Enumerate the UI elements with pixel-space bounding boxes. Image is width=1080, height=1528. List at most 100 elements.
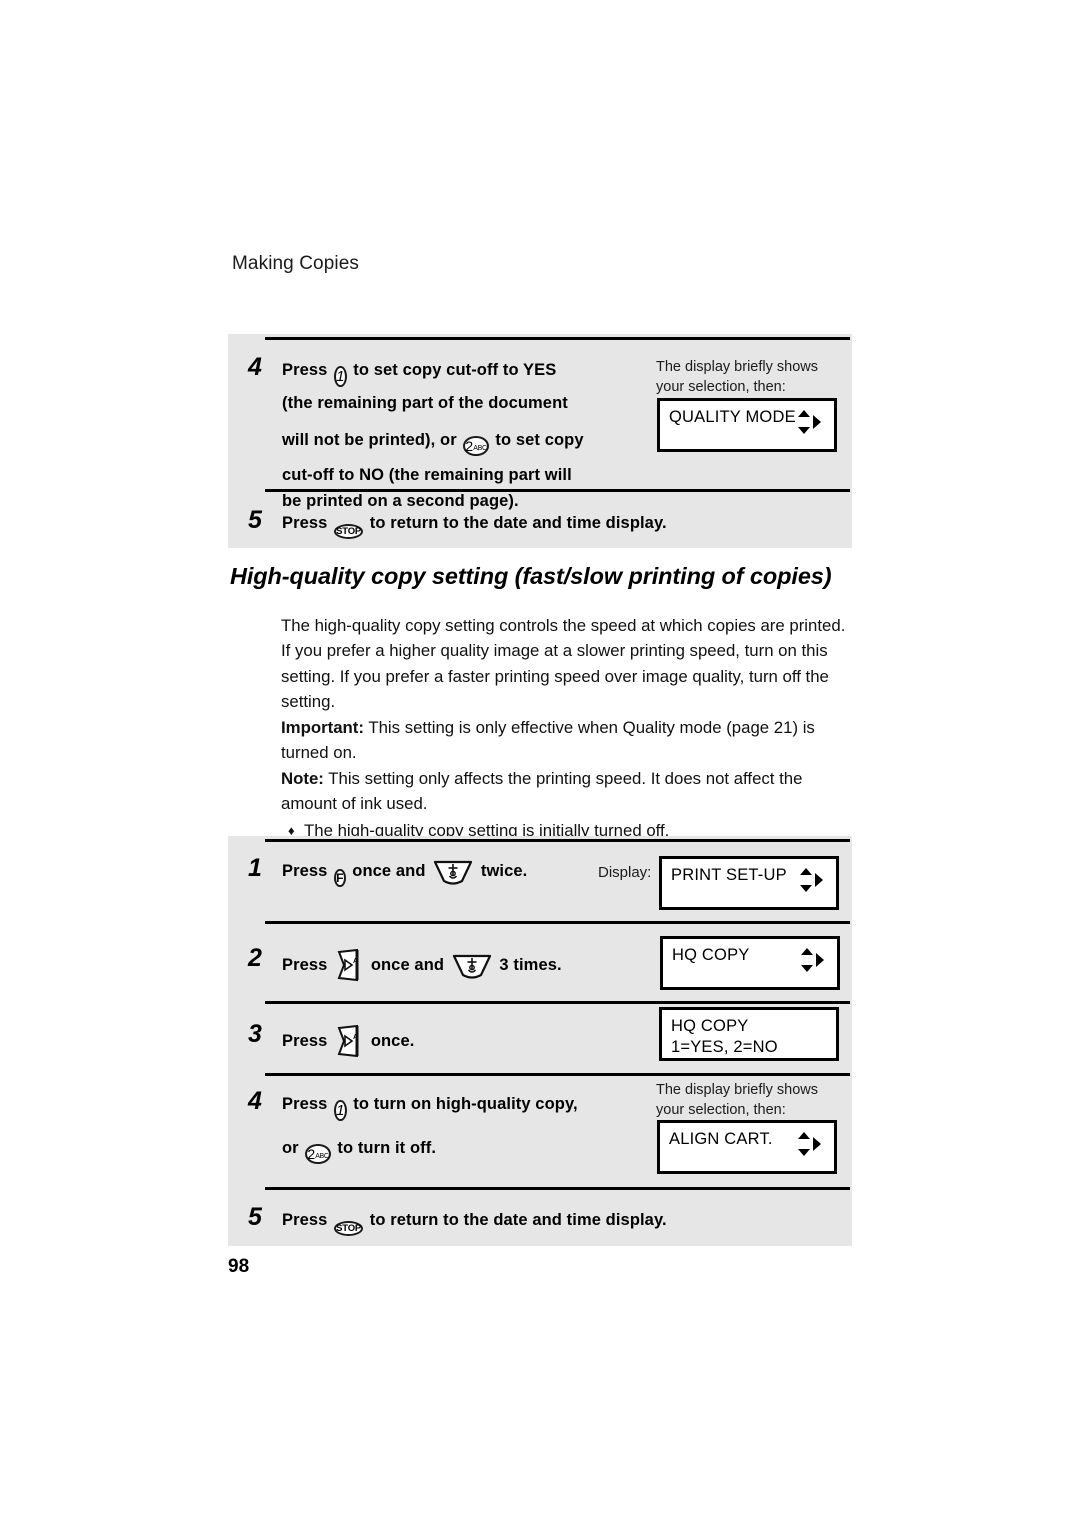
important-lead: Important: bbox=[281, 718, 364, 737]
step-text-fragment: to set copy cut-off to YES bbox=[348, 361, 557, 379]
step-text-fragment: to turn it off. bbox=[332, 1139, 437, 1157]
rule-above-step-2 bbox=[265, 921, 850, 924]
step-line: or 2ABC to turn it off. bbox=[282, 1135, 578, 1170]
step-text: Press A once. bbox=[282, 1024, 414, 1058]
step-text-fragment: 3 times. bbox=[494, 956, 562, 974]
down-funnel-key-icon[interactable] bbox=[452, 953, 492, 979]
step-text-fragment: to return to the date and time display. bbox=[365, 1211, 667, 1229]
lcd-text: PRINT SET-UP bbox=[671, 866, 787, 884]
step-text-fragment: to set copy bbox=[490, 431, 584, 449]
step-text-fragment: will not be printed), or bbox=[282, 431, 462, 449]
down-funnel-key-icon[interactable] bbox=[433, 859, 473, 885]
lcd-text: HQ COPY 1=YES, 2=NO bbox=[671, 1017, 778, 1056]
step-text: Press STOP to return to the date and tim… bbox=[282, 1207, 667, 1242]
step-line: (the remaining part of the document bbox=[282, 394, 568, 412]
step-text-fragment: or bbox=[282, 1139, 304, 1157]
step-line: cut-off to NO (the remaining part will bbox=[282, 466, 572, 484]
rule-above-step-5-bottom bbox=[265, 1187, 850, 1190]
side-note-top-4: The display briefly shows your selection… bbox=[656, 359, 818, 395]
up-down-right-arrows-icon bbox=[800, 868, 823, 892]
key-2abc-icon[interactable]: 2ABC bbox=[305, 1141, 331, 1170]
step-text-fragment: Press bbox=[282, 1211, 333, 1229]
step-text: Press 1 to turn on high-quality copy, or… bbox=[282, 1091, 578, 1170]
key-stop-label: STOP bbox=[334, 524, 364, 539]
key-stop-icon[interactable]: STOP bbox=[334, 516, 364, 545]
step-number: 4 bbox=[248, 353, 262, 381]
running-head: Making Copies bbox=[232, 253, 359, 274]
step-text: Press F once and twice. bbox=[282, 858, 527, 891]
step-number: 2 bbox=[248, 944, 262, 972]
up-down-right-arrows-icon bbox=[801, 948, 824, 972]
step-line: Press 1 to turn on high-quality copy, bbox=[282, 1091, 578, 1124]
up-down-right-arrows-icon bbox=[798, 410, 821, 434]
step-text-fragment: to turn on high-quality copy, bbox=[348, 1095, 578, 1113]
key-2abc-label: 2ABC bbox=[463, 436, 489, 456]
paragraph-note: Note: This setting only affects the prin… bbox=[281, 766, 853, 817]
step-text: Press A once and 3 times. bbox=[282, 948, 562, 982]
lcd-display-print-setup: PRINT SET-UP bbox=[659, 856, 839, 910]
da-right-arrow-key-icon[interactable]: A bbox=[335, 1024, 363, 1058]
up-down-right-arrows-icon bbox=[798, 1132, 821, 1156]
key-f-icon[interactable]: F bbox=[334, 864, 346, 891]
side-note-bottom-4: The display briefly shows your selection… bbox=[656, 1082, 818, 1118]
rule-above-step-4-bottom bbox=[265, 1073, 850, 1076]
key-stop-label: STOP bbox=[334, 1221, 364, 1236]
key-stop-icon[interactable]: STOP bbox=[334, 1213, 364, 1242]
step-text-fragment: twice. bbox=[476, 862, 528, 880]
rule-above-step-1 bbox=[265, 839, 850, 842]
step-number: 1 bbox=[248, 854, 262, 882]
step-line: Press F once and twice. bbox=[282, 858, 527, 891]
step-line: Press A once. bbox=[282, 1024, 414, 1058]
section-heading: High-quality copy setting (fast/slow pri… bbox=[230, 563, 832, 589]
step-text-fragment: once and bbox=[347, 862, 431, 880]
key-1-icon[interactable]: 1 bbox=[334, 1097, 347, 1124]
paragraph-intro: The high-quality copy setting controls t… bbox=[281, 616, 846, 712]
rule-above-step-3 bbox=[265, 1001, 850, 1004]
lcd-text: ALIGN CART. bbox=[669, 1130, 773, 1148]
svg-text:A: A bbox=[353, 958, 358, 965]
note-lead: Note: bbox=[281, 769, 324, 788]
step-text-fragment: once and bbox=[366, 956, 449, 974]
key-1-label: 1 bbox=[334, 366, 347, 387]
manual-page: Making Copies 4 Press 1 to set copy cut-… bbox=[0, 0, 1080, 1528]
step-text-fragment: to return to the date and time display. bbox=[365, 514, 667, 532]
step-line: Press STOP to return to the date and tim… bbox=[282, 1207, 667, 1242]
step-number: 4 bbox=[248, 1087, 262, 1115]
lcd-display-hq-copy-yesno: HQ COPY 1=YES, 2=NO bbox=[659, 1007, 839, 1061]
key-2abc-sub: ABC bbox=[473, 445, 487, 452]
step-number: 3 bbox=[248, 1020, 262, 1048]
paragraph-important: Important: This setting is only effectiv… bbox=[281, 715, 853, 766]
key-2abc-sub: ABC bbox=[315, 1153, 329, 1160]
step-line: will not be printed), or 2ABC to set cop… bbox=[282, 427, 584, 462]
lcd-text: HQ COPY bbox=[672, 946, 750, 964]
step-number: 5 bbox=[248, 1203, 262, 1231]
step-line: Press 1 to set copy cut-off to YES bbox=[282, 357, 584, 390]
lcd-display-align-cart: ALIGN CART. bbox=[657, 1120, 837, 1174]
key-1-icon[interactable]: 1 bbox=[334, 363, 347, 390]
step-line: Press A once and 3 times. bbox=[282, 948, 562, 982]
step-text-fragment: Press bbox=[282, 956, 333, 974]
lcd-display-hq-copy: HQ COPY bbox=[660, 936, 840, 990]
rule-above-step-4-top bbox=[265, 337, 850, 340]
step-number: 5 bbox=[248, 506, 262, 534]
step-text-fragment: Press bbox=[282, 1032, 333, 1050]
svg-text:A: A bbox=[353, 1034, 358, 1041]
note-text: This setting only affects the printing s… bbox=[281, 769, 803, 814]
key-2abc-icon[interactable]: 2ABC bbox=[463, 433, 489, 462]
lcd-text: QUALITY MODE bbox=[669, 408, 796, 426]
step-text-fragment: Press bbox=[282, 514, 333, 532]
step-text: Press STOP to return to the date and tim… bbox=[282, 510, 667, 545]
display-label: Display: bbox=[598, 864, 652, 881]
step-text-fragment: once. bbox=[366, 1032, 415, 1050]
step-text-fragment: Press bbox=[282, 1095, 333, 1113]
key-1-label: 1 bbox=[334, 1100, 347, 1121]
step-line: Press STOP to return to the date and tim… bbox=[282, 510, 667, 545]
step-text-fragment: Press bbox=[282, 862, 333, 880]
lcd-display-quality-mode: QUALITY MODE bbox=[657, 398, 837, 452]
page-number: 98 bbox=[228, 1256, 250, 1277]
step-text-fragment: Press bbox=[282, 361, 333, 379]
rule-above-step-5-top bbox=[265, 489, 850, 492]
key-f-label: F bbox=[334, 869, 346, 887]
key-2abc-label: 2ABC bbox=[305, 1144, 331, 1164]
da-right-arrow-key-icon[interactable]: A bbox=[335, 948, 363, 982]
